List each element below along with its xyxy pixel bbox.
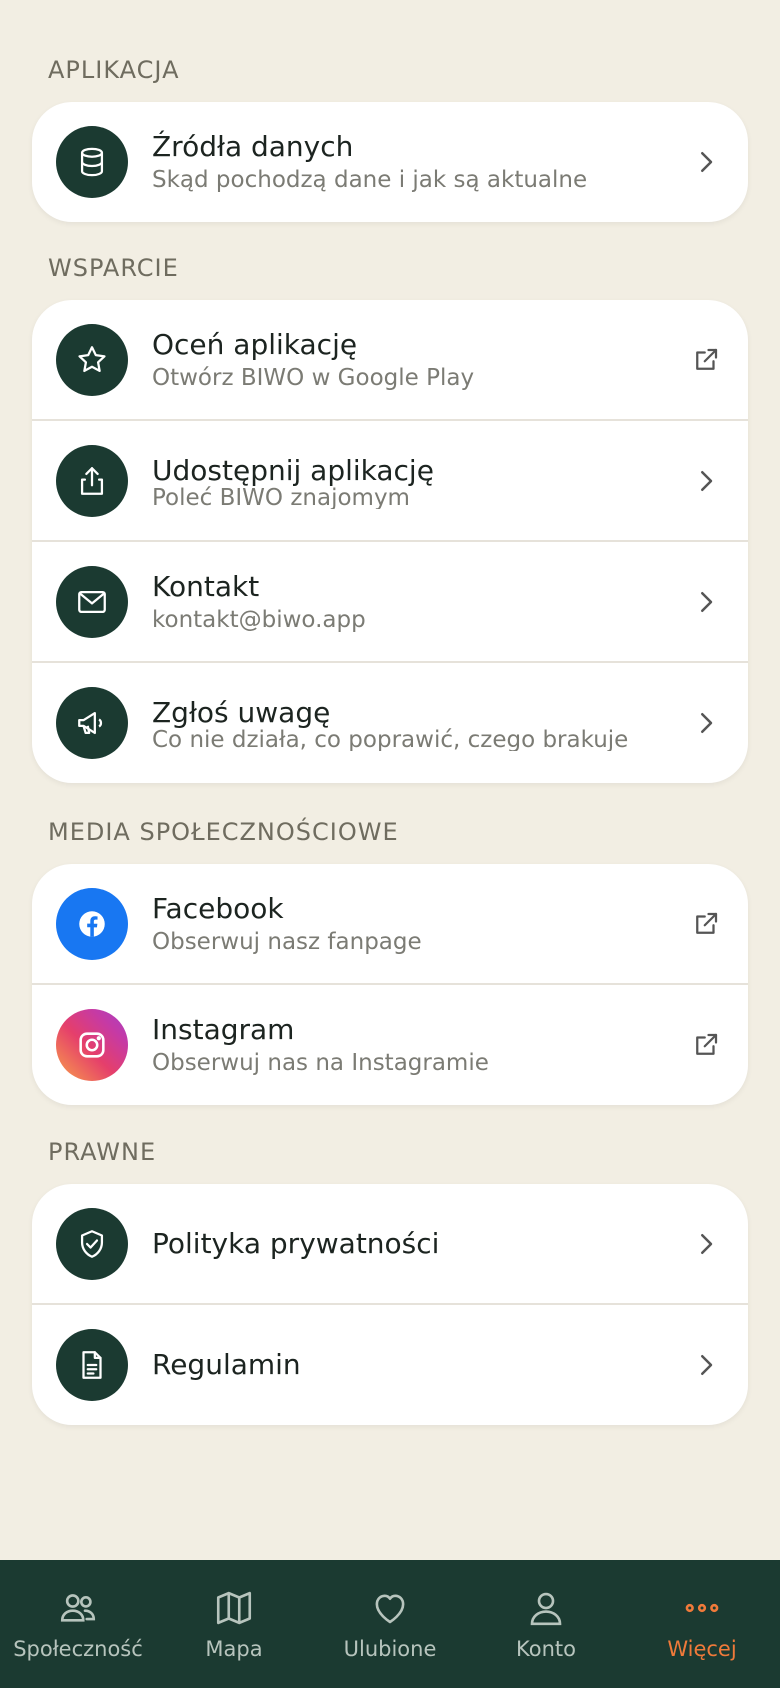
external-link-icon: [688, 906, 724, 942]
row-title: Oceń aplikację: [152, 327, 358, 361]
nav-label: Ulubione: [343, 1637, 437, 1661]
row-subtitle: Otwórz BIWO w Google Play: [152, 364, 475, 391]
chevron-right-icon: [688, 1226, 724, 1262]
nav-label: Mapa: [205, 1637, 263, 1661]
row-share-app[interactable]: Udostępnij aplikację Poleć BIWO znajomym: [32, 421, 748, 542]
card-legal: Polityka prywatności Regulamin: [32, 1184, 748, 1425]
row-subtitle: Skąd pochodzą dane i jak są aktualne: [152, 167, 588, 193]
chevron-right-icon: [688, 463, 724, 499]
nav-map[interactable]: Mapa: [156, 1560, 312, 1688]
external-link-icon: [688, 1027, 724, 1063]
section-title-social: MEDIA SPOŁECZNOŚCIOWE: [48, 818, 399, 846]
external-link-icon: [688, 342, 724, 378]
shield-check-icon: [56, 1207, 128, 1280]
row-contact[interactable]: Kontakt kontakt@biwo.app: [32, 542, 748, 663]
star-icon: [56, 323, 128, 396]
nav-label: Konto: [516, 1637, 576, 1661]
row-subtitle: kontakt@biwo.app: [152, 606, 366, 633]
database-icon: [56, 126, 128, 198]
row-subtitle: Co nie działa, co poprawić, czego brakuj…: [152, 727, 629, 751]
chevron-right-icon: [688, 584, 724, 620]
row-privacy-policy[interactable]: Polityka prywatności: [32, 1184, 748, 1305]
card-social: Facebook Obserwuj nasz fanpage Instagram…: [32, 864, 748, 1105]
row-title: Regulamin: [152, 1348, 301, 1381]
row-title: Źródła danych: [152, 130, 354, 163]
section-title-app: APLIKACJA: [48, 56, 180, 84]
more-icon: [685, 1603, 719, 1613]
document-icon: [56, 1329, 128, 1401]
row-terms[interactable]: Regulamin: [32, 1305, 748, 1425]
nav-label: Więcej: [667, 1637, 737, 1661]
row-facebook[interactable]: Facebook Obserwuj nasz fanpage: [32, 864, 748, 985]
map-icon: [216, 1591, 252, 1625]
facebook-icon: [56, 887, 128, 960]
chevron-right-icon: [688, 144, 724, 180]
bottom-nav: Społeczność Mapa Ulubione Konto Więcej: [0, 1560, 780, 1688]
row-data-sources[interactable]: Źródła danych Skąd pochodzą dane i jak s…: [32, 102, 748, 222]
nav-more[interactable]: Więcej: [624, 1560, 780, 1688]
row-title: Kontakt: [152, 569, 260, 603]
user-icon: [530, 1592, 562, 1626]
nav-account[interactable]: Konto: [468, 1560, 624, 1688]
row-title: Polityka prywatności: [152, 1226, 440, 1260]
mail-icon: [56, 565, 128, 638]
row-subtitle: Obserwuj nasz fanpage: [152, 928, 422, 955]
section-title-support: WSPARCIE: [48, 254, 179, 282]
heart-icon: [375, 1594, 405, 1624]
row-title: Instagram: [152, 1013, 295, 1046]
row-title: Facebook: [152, 891, 284, 925]
community-icon: [60, 1594, 96, 1622]
row-instagram[interactable]: Instagram Obserwuj nas na Instagramie: [32, 985, 748, 1105]
card-support: Oceń aplikację Otwórz BIWO w Google Play…: [32, 300, 748, 783]
chevron-right-icon: [688, 1347, 724, 1383]
row-subtitle: Poleć BIWO znajomym: [152, 484, 410, 509]
nav-label: Społeczność: [13, 1637, 143, 1661]
nav-community[interactable]: Społeczność: [0, 1560, 156, 1688]
section-title-legal: PRAWNE: [48, 1138, 157, 1166]
chevron-right-icon: [688, 705, 724, 741]
nav-favorites[interactable]: Ulubione: [312, 1560, 468, 1688]
instagram-icon: [56, 1009, 128, 1081]
megaphone-icon: [56, 687, 128, 759]
row-subtitle: Obserwuj nas na Instagramie: [152, 1050, 489, 1076]
share-icon: [56, 444, 128, 517]
row-rate-app[interactable]: Oceń aplikację Otwórz BIWO w Google Play: [32, 300, 748, 421]
card-app: Źródła danych Skąd pochodzą dane i jak s…: [32, 102, 748, 222]
row-feedback[interactable]: Zgłoś uwagę Co nie działa, co poprawić, …: [32, 663, 748, 783]
